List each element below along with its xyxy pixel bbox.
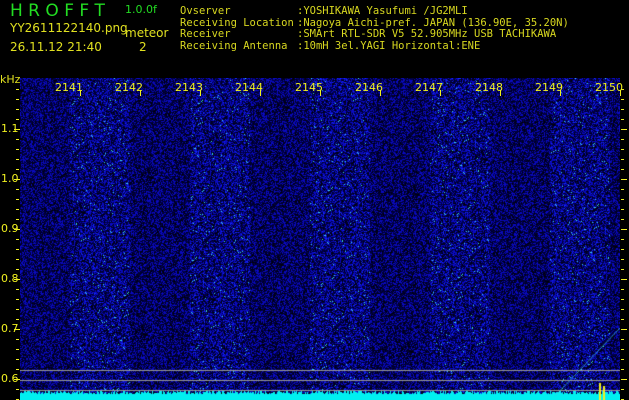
freq-label: 2146 <box>355 81 383 94</box>
y-tick <box>621 369 624 370</box>
y-tick <box>14 179 20 180</box>
freq-label: 2141 <box>55 81 83 94</box>
y-tick <box>621 199 624 200</box>
y-tick <box>621 99 624 100</box>
freq-tick <box>440 90 441 96</box>
y-tick <box>16 289 19 290</box>
y-tick <box>621 279 627 280</box>
app-title: H R O F F T <box>10 1 105 21</box>
meteor-label: meteor <box>125 26 169 40</box>
y-tick <box>16 189 19 190</box>
y-tick <box>621 139 624 140</box>
y-tick <box>16 309 19 310</box>
y-tick <box>621 329 627 330</box>
y-tick <box>16 139 19 140</box>
y-tick <box>14 129 20 130</box>
y-tick <box>621 319 624 320</box>
y-tick <box>16 359 19 360</box>
y-tick <box>621 119 624 120</box>
y-tick <box>621 269 624 270</box>
info-value: :10mH 3el.YAGI Horizontal:ENE <box>297 39 481 52</box>
freq-label: 2147 <box>415 81 443 94</box>
y-tick <box>621 259 624 260</box>
meteor-count: 2 <box>139 40 147 54</box>
y-tick <box>621 379 627 380</box>
freq-tick <box>380 90 381 96</box>
y-tick <box>16 219 19 220</box>
y-tick <box>16 119 19 120</box>
y-tick <box>16 99 19 100</box>
y-tick <box>14 379 20 380</box>
y-tick <box>14 229 20 230</box>
y-tick <box>16 369 19 370</box>
y-tick <box>16 269 19 270</box>
freq-label: 2149 <box>535 81 563 94</box>
y-tick <box>621 129 627 130</box>
y-tick <box>16 109 19 110</box>
y-tick <box>16 239 19 240</box>
y-tick <box>621 159 624 160</box>
filename: YY2611122140.png <box>10 21 128 35</box>
y-tick <box>16 209 19 210</box>
spectrogram <box>20 78 620 400</box>
freq-tick <box>80 90 81 96</box>
y-tick <box>621 349 624 350</box>
y-tick <box>621 219 624 220</box>
y-tick <box>16 249 19 250</box>
freq-label: 2144 <box>235 81 263 94</box>
info-row-antenna: Receiving Antenna :10mH 3el.YAGI Horizont… <box>180 39 569 53</box>
freq-tick <box>500 90 501 96</box>
info-label: Receiving Antenna <box>180 39 288 52</box>
y-tick <box>621 359 624 360</box>
y-tick <box>16 199 19 200</box>
unit-label: kHz <box>0 73 21 86</box>
y-tick <box>16 339 19 340</box>
y-tick <box>621 299 624 300</box>
y-tick <box>621 89 624 90</box>
y-tick <box>621 169 624 170</box>
station-info: Ovserver :YOSHIKAWA Yasufumi /JG2MLI Recei… <box>180 5 569 53</box>
y-tick <box>16 169 19 170</box>
y-tick <box>621 289 624 290</box>
freq-label: 2148 <box>475 81 503 94</box>
y-tick <box>621 179 627 180</box>
y-tick <box>16 299 19 300</box>
y-tick <box>16 389 19 390</box>
info-value: :YOSHIKAWA Yasufumi /JG2MLI <box>297 5 468 17</box>
freq-label: 2150 <box>595 81 623 94</box>
freq-tick <box>140 90 141 96</box>
freq-tick <box>560 90 561 96</box>
y-tick <box>621 109 624 110</box>
freq-label: 2143 <box>175 81 203 94</box>
freq-tick <box>200 90 201 96</box>
y-tick <box>16 89 19 90</box>
freq-tick <box>320 90 321 96</box>
freq-tick <box>620 90 621 96</box>
info-value: :SMArt RTL-SDR V5 52.905MHz USB TACHIKAW… <box>297 28 557 41</box>
y-tick <box>16 159 19 160</box>
y-tick <box>621 389 624 390</box>
y-tick <box>621 249 624 250</box>
y-tick <box>621 209 624 210</box>
y-tick <box>16 149 19 150</box>
version: 1.0.0f <box>125 3 157 16</box>
y-tick <box>16 319 19 320</box>
y-tick <box>621 339 624 340</box>
datetime: 26.11.12 21:40 <box>10 40 102 54</box>
info-label: Ovserver <box>180 5 231 17</box>
y-tick <box>16 259 19 260</box>
y-tick <box>621 229 627 230</box>
freq-label: 2145 <box>295 81 323 94</box>
y-tick <box>14 279 20 280</box>
freq-tick <box>260 90 261 96</box>
y-tick <box>14 329 20 330</box>
y-tick <box>621 149 624 150</box>
info-value: :Nagoya Aichi-pref. JAPAN (136.90E, 35.2… <box>297 16 569 29</box>
y-tick <box>621 189 624 190</box>
freq-label: 2142 <box>115 81 143 94</box>
y-tick <box>16 349 19 350</box>
y-tick <box>621 239 624 240</box>
y-tick <box>621 309 624 310</box>
